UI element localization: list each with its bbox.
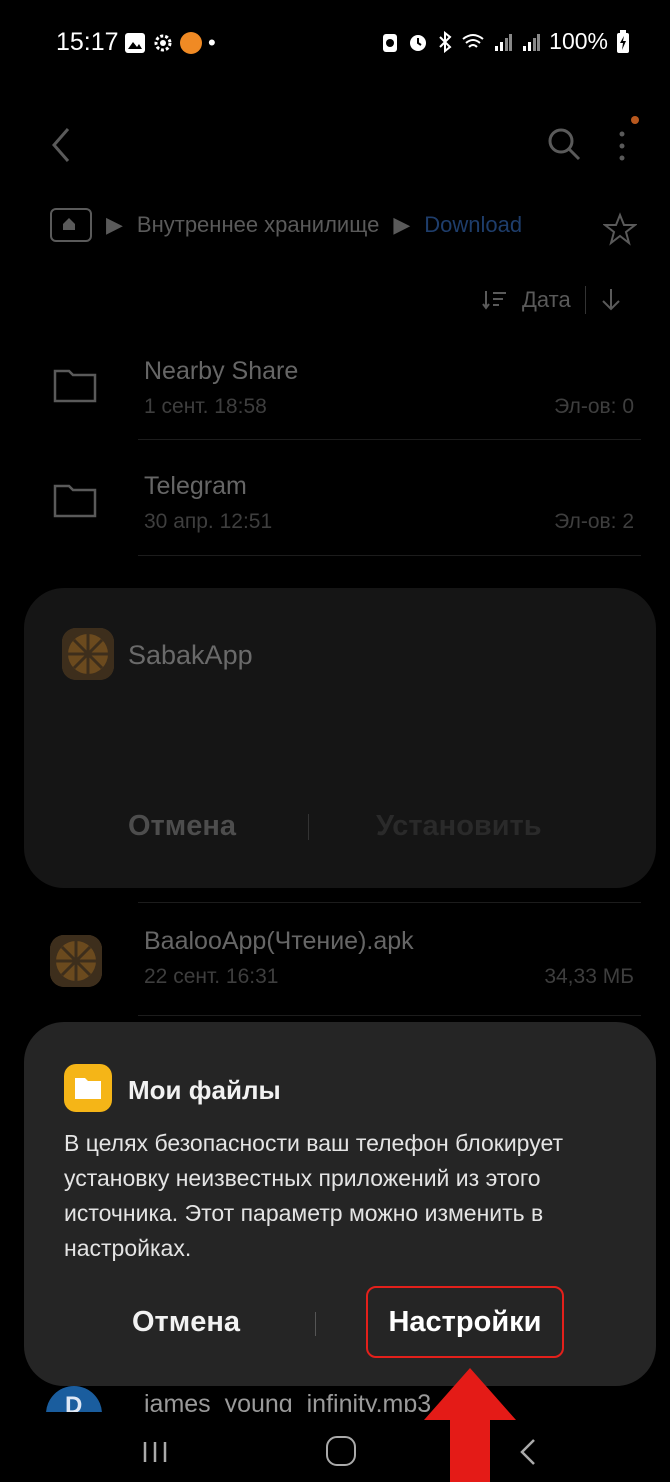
signal-2-icon bbox=[523, 33, 541, 51]
install-cancel-button[interactable]: Отмена bbox=[128, 810, 236, 843]
search-icon[interactable] bbox=[546, 126, 582, 162]
notification-dot bbox=[631, 116, 639, 124]
status-dot: • bbox=[208, 30, 216, 55]
list-item[interactable]: BaalooApp(Чтение).apk 22 сент. 16:31 34,… bbox=[0, 905, 670, 1020]
more-vertical-icon[interactable] bbox=[612, 126, 632, 166]
status-time: 15:17 bbox=[56, 28, 119, 56]
file-date: 22 сент. 16:31 bbox=[144, 965, 279, 988]
breadcrumb-internal-storage[interactable]: Внутреннее хранилище bbox=[137, 212, 379, 238]
list-item[interactable]: D james_young_infinity.mp3 bbox=[0, 1386, 670, 1412]
button-separator bbox=[315, 1312, 316, 1336]
battery-percent: 100% bbox=[549, 28, 608, 54]
alarm-icon bbox=[410, 34, 427, 51]
gallery-icon bbox=[125, 33, 145, 53]
wifi-icon bbox=[462, 33, 484, 48]
install-button[interactable]: Установить bbox=[376, 810, 542, 843]
dialog-message: В целях безопасности ваш телефон блокиру… bbox=[64, 1130, 564, 1261]
file-date: 30 апр. 12:51 bbox=[144, 510, 273, 533]
file-count: Эл-ов: 2 bbox=[554, 510, 634, 533]
file-name: Nearby Share bbox=[144, 357, 299, 385]
arrow-down-icon[interactable] bbox=[600, 287, 622, 313]
recent-apps-icon[interactable] bbox=[140, 1440, 170, 1464]
file-date: 1 сент. 18:58 bbox=[144, 395, 267, 418]
file-name: Telegram bbox=[144, 472, 247, 500]
dialog-title: Мои файлы bbox=[128, 1075, 281, 1105]
app-notification-icon bbox=[180, 32, 202, 54]
divider bbox=[138, 439, 641, 440]
sort-bar[interactable]: Дата bbox=[482, 286, 622, 314]
folder-icon bbox=[53, 369, 97, 403]
battery-charging-icon bbox=[617, 29, 629, 53]
bluetooth-icon bbox=[439, 30, 452, 53]
app-icon bbox=[50, 935, 102, 987]
security-dialog: Мои файлы В целях безопасности ваш телеф… bbox=[24, 1022, 656, 1386]
red-arrow-annotation bbox=[424, 1368, 516, 1482]
breadcrumb: ▶ Внутреннее хранилище ▶ Download bbox=[50, 208, 522, 242]
file-name: james_young_infinity.mp3 bbox=[144, 1390, 432, 1412]
divider bbox=[138, 555, 641, 556]
sort-lines-icon bbox=[482, 291, 506, 310]
back-icon[interactable] bbox=[516, 1436, 540, 1468]
breadcrumb-download[interactable]: Download bbox=[424, 212, 522, 238]
folder-icon bbox=[53, 484, 97, 518]
cancel-button[interactable]: Отмена bbox=[132, 1306, 240, 1339]
breadcrumb-separator: ▶ bbox=[393, 212, 411, 237]
status-right: 100% bbox=[381, 28, 630, 55]
home-icon[interactable] bbox=[326, 1436, 356, 1466]
app-icon bbox=[62, 628, 114, 680]
file-size: 34,33 МБ bbox=[544, 965, 634, 988]
list-item[interactable]: Nearby Share 1 сент. 18:58 Эл-ов: 0 bbox=[0, 335, 670, 450]
battery-saver-icon bbox=[383, 33, 398, 52]
sort-label: Дата bbox=[522, 287, 571, 312]
divider bbox=[138, 1015, 641, 1016]
list-item[interactable]: Telegram 30 апр. 12:51 Эл-ов: 2 bbox=[0, 450, 670, 565]
button-separator bbox=[308, 814, 309, 840]
install-dialog: SabakApp Отмена Установить bbox=[24, 588, 656, 888]
file-count: Эл-ов: 0 bbox=[554, 395, 634, 418]
audio-file-avatar: D bbox=[46, 1386, 102, 1412]
settings-button[interactable]: Настройки bbox=[366, 1286, 564, 1358]
avatar-letter: D bbox=[65, 1392, 83, 1412]
sort-separator bbox=[584, 286, 586, 314]
breadcrumb-separator: ▶ bbox=[106, 212, 123, 237]
file-name: BaalooApp(Чтение).apk bbox=[144, 927, 414, 955]
settings-icon bbox=[154, 34, 172, 52]
status-left-icons: • bbox=[124, 30, 216, 56]
star-icon[interactable] bbox=[603, 212, 637, 246]
status-bar: 15:17 • 100% bbox=[0, 0, 670, 90]
signal-1-icon bbox=[495, 33, 513, 51]
navigation-bar bbox=[0, 1412, 670, 1482]
home-folder-icon[interactable] bbox=[50, 208, 92, 242]
my-files-app-icon bbox=[64, 1064, 112, 1112]
chevron-left-icon[interactable] bbox=[46, 125, 76, 165]
install-app-name: SabakApp bbox=[128, 640, 253, 670]
divider bbox=[138, 902, 641, 903]
